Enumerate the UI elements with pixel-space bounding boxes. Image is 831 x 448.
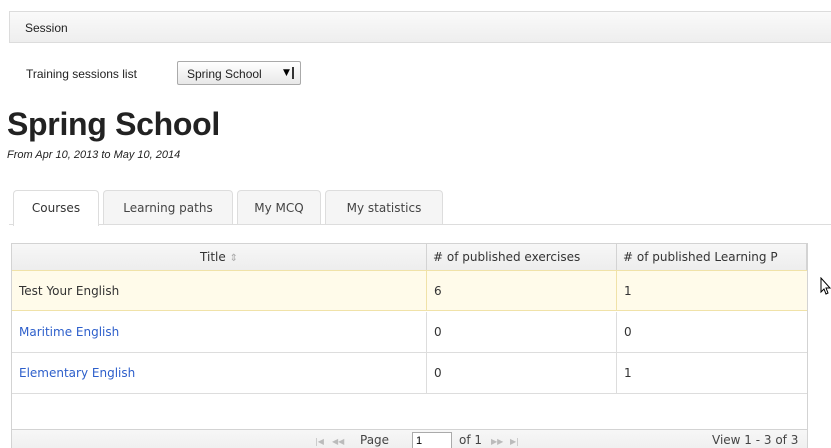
pager-of-label: of 1 xyxy=(459,433,483,447)
course-title-link[interactable]: Maritime English xyxy=(12,312,427,352)
table-row[interactable]: Elementary English 0 1 xyxy=(12,353,807,394)
page-number-input[interactable] xyxy=(412,432,452,448)
tab-my-mcq[interactable]: My MCQ xyxy=(237,190,321,224)
training-sessions-label: Training sessions list xyxy=(26,67,137,81)
pager-view-label: View 1 - 3 of 3 xyxy=(712,433,799,447)
pager-page-label: Page xyxy=(360,433,390,447)
column-header-learning-paths[interactable]: # of published Learning P xyxy=(617,244,807,270)
course-title: Test Your English xyxy=(12,271,427,310)
sort-arrows-icon: ⇕ xyxy=(229,253,238,264)
table-row[interactable]: Maritime English 0 0 xyxy=(12,312,807,353)
session-bar[interactable]: Session xyxy=(9,11,831,43)
first-page-icon[interactable]: |◀ xyxy=(315,437,324,446)
page-title: Spring School xyxy=(7,106,220,142)
table-row[interactable]: Test Your English 6 1 xyxy=(12,270,807,311)
course-title-link[interactable]: Elementary English xyxy=(12,353,427,393)
published-exercises: 0 xyxy=(427,353,617,393)
published-exercises: 6 xyxy=(427,271,617,310)
published-exercises: 0 xyxy=(427,312,617,352)
tab-courses[interactable]: Courses xyxy=(13,190,99,226)
dropdown-arrow-icon: ▼ xyxy=(281,67,294,79)
grid-pager: |◀ ◀◀ Page of 1 ▶▶ ▶| View 1 - 3 of 3 xyxy=(12,429,807,448)
mouse-cursor-icon xyxy=(820,277,831,295)
session-bar-label: Session xyxy=(25,21,68,35)
courses-grid: Title ⇕ # of published exercises # of pu… xyxy=(11,243,808,448)
grid-header: Title ⇕ # of published exercises # of pu… xyxy=(12,244,807,271)
published-learning-paths: 1 xyxy=(617,353,807,393)
training-session-select-value: Spring School xyxy=(187,67,262,81)
training-session-select[interactable]: Spring School ▼ xyxy=(177,61,301,85)
session-date-range: From Apr 10, 2013 to May 10, 2014 xyxy=(7,149,181,161)
tab-learning-paths[interactable]: Learning paths xyxy=(103,190,233,224)
last-page-icon[interactable]: ▶| xyxy=(510,437,519,446)
tab-my-statistics[interactable]: My statistics xyxy=(325,190,443,224)
published-learning-paths: 0 xyxy=(617,312,807,352)
column-header-exercises[interactable]: # of published exercises xyxy=(427,244,617,270)
published-learning-paths: 1 xyxy=(617,271,807,310)
prev-page-icon[interactable]: ◀◀ xyxy=(332,437,344,446)
next-page-icon[interactable]: ▶▶ xyxy=(491,437,503,446)
column-header-title-label: Title xyxy=(200,250,226,264)
column-header-title[interactable]: Title ⇕ xyxy=(12,244,427,270)
